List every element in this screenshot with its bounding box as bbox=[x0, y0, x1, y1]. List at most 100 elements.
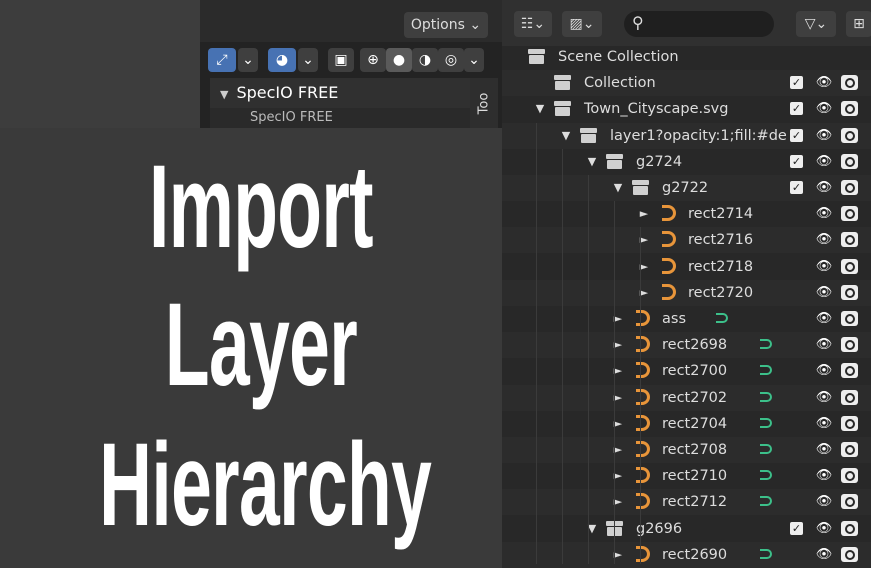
eye-icon[interactable]: 👁 bbox=[815, 311, 833, 327]
camera-icon[interactable] bbox=[841, 153, 858, 169]
eye-icon[interactable]: 👁 bbox=[815, 547, 833, 563]
outliner-row-label[interactable]: rect2716 bbox=[688, 227, 753, 253]
expand-arrow-down-icon[interactable]: ▼ bbox=[586, 149, 598, 175]
options-button[interactable]: Options ⌄ bbox=[404, 12, 488, 38]
camera-icon[interactable] bbox=[841, 180, 858, 195]
display-mode-dropdown[interactable]: ☷⌄ bbox=[514, 11, 552, 37]
outliner-row-label[interactable]: ass bbox=[662, 306, 686, 332]
outliner-row[interactable]: ▼ layer1?opacity:1;fill:#de ✓ 👁 bbox=[502, 122, 871, 149]
outliner-row-label[interactable]: Town_Cityscape.svg bbox=[584, 96, 728, 122]
eye-icon[interactable]: 👁 bbox=[815, 442, 833, 458]
outliner-row[interactable]: ► rect2698 👁 bbox=[502, 332, 871, 359]
tool-tab[interactable]: Too bbox=[470, 78, 498, 130]
outliner-row-label[interactable]: g2724 bbox=[636, 149, 682, 175]
eye-icon[interactable]: 👁 bbox=[815, 128, 833, 144]
eye-icon[interactable]: 👁 bbox=[815, 390, 833, 406]
camera-icon[interactable] bbox=[841, 284, 858, 300]
outliner-row[interactable]: ► rect2716 👁 bbox=[502, 227, 871, 254]
camera-icon[interactable] bbox=[841, 206, 858, 222]
camera-icon[interactable] bbox=[841, 442, 858, 457]
outliner-row[interactable]: ▼ g2724 ✓ 👁 bbox=[502, 149, 871, 175]
modifier-icon[interactable] bbox=[760, 339, 772, 350]
eye-icon[interactable]: 👁 bbox=[815, 416, 833, 432]
solid-shading-button[interactable]: ● bbox=[386, 48, 412, 72]
expand-arrow-down-icon[interactable]: ▼ bbox=[534, 96, 546, 122]
exclude-checkbox[interactable]: ✓ bbox=[790, 154, 803, 168]
expand-arrow-down-icon[interactable]: ▼ bbox=[612, 175, 624, 201]
wireframe-shading-button[interactable]: ⊕ bbox=[360, 48, 386, 72]
outliner-row-label[interactable]: rect2718 bbox=[688, 254, 753, 280]
material-shading-button[interactable]: ◑ bbox=[412, 48, 438, 72]
rendered-shading-button[interactable]: ◎ bbox=[438, 48, 464, 72]
eye-icon[interactable]: 👁 bbox=[815, 521, 833, 537]
modifier-icon[interactable] bbox=[716, 313, 728, 323]
eye-icon[interactable]: 👁 bbox=[815, 206, 833, 222]
overlay-button[interactable]: ◕ bbox=[268, 48, 296, 72]
outliner-row-label[interactable]: rect2720 bbox=[688, 280, 753, 306]
new-collection-button[interactable]: ⊞ bbox=[846, 11, 871, 37]
eye-icon[interactable]: 👁 bbox=[815, 337, 833, 353]
camera-icon[interactable] bbox=[841, 127, 858, 143]
outliner-row-label[interactable]: g2722 bbox=[662, 175, 708, 201]
eye-icon[interactable]: 👁 bbox=[815, 232, 833, 248]
gizmo-dropdown[interactable]: ⌄ bbox=[238, 48, 258, 72]
camera-icon[interactable] bbox=[841, 389, 858, 405]
outliner-row-label[interactable]: rect2712 bbox=[662, 489, 727, 515]
eye-icon[interactable]: 👁 bbox=[815, 468, 833, 484]
outliner-row[interactable]: ► rect2702 👁 bbox=[502, 384, 871, 411]
modifier-icon[interactable] bbox=[760, 391, 772, 402]
filter-dropdown[interactable]: ▽⌄ bbox=[796, 11, 836, 37]
camera-icon[interactable] bbox=[841, 337, 858, 353]
xray-button[interactable]: ▣ bbox=[328, 48, 354, 72]
outliner-row-label[interactable]: rect2710 bbox=[662, 463, 727, 489]
outliner-row[interactable]: Scene Collection bbox=[502, 44, 871, 70]
camera-icon[interactable] bbox=[841, 232, 858, 248]
outliner-row-label[interactable]: rect2714 bbox=[688, 201, 753, 227]
outliner-row[interactable]: ► rect2700 👁 bbox=[502, 358, 871, 384]
outliner-row-label[interactable]: rect2698 bbox=[662, 332, 727, 358]
exclude-checkbox[interactable]: ✓ bbox=[790, 102, 803, 116]
expand-arrow-right-icon[interactable]: ► bbox=[638, 201, 650, 227]
eye-icon[interactable]: 👁 bbox=[815, 75, 833, 91]
eye-icon[interactable]: 👁 bbox=[815, 180, 833, 196]
eye-icon[interactable]: 👁 bbox=[815, 101, 833, 117]
filter-scene-dropdown[interactable]: ▨⌄ bbox=[562, 11, 602, 37]
search-input[interactable]: ⚲ bbox=[624, 11, 774, 37]
eye-icon[interactable]: 👁 bbox=[815, 363, 833, 379]
modifier-icon[interactable] bbox=[760, 417, 772, 428]
outliner-row[interactable]: ► rect2708 👁 bbox=[502, 437, 871, 463]
specio-panel-header[interactable]: ▼ SpecIO FREE bbox=[210, 78, 470, 108]
modifier-icon[interactable] bbox=[760, 365, 772, 376]
transform-gizmo-button[interactable]: ⤢ bbox=[208, 48, 236, 72]
camera-icon[interactable] bbox=[841, 258, 858, 274]
outliner-row[interactable]: ► rect2720 👁 bbox=[502, 279, 871, 306]
shading-dropdown[interactable]: ⌄ bbox=[464, 48, 484, 72]
exclude-checkbox[interactable]: ✓ bbox=[790, 76, 803, 90]
eye-icon[interactable]: 👁 bbox=[815, 154, 833, 170]
outliner-row[interactable]: ▼ g2696 ✓ 👁 bbox=[502, 516, 871, 542]
outliner-row[interactable]: ► rect2714 👁 bbox=[502, 201, 871, 227]
modifier-icon[interactable] bbox=[760, 496, 772, 507]
outliner-row[interactable]: ► rect2710 👁 bbox=[502, 463, 871, 489]
camera-icon[interactable] bbox=[841, 311, 858, 326]
outliner-row-label[interactable]: layer1?opacity:1;fill:#de bbox=[610, 123, 787, 149]
exclude-checkbox[interactable]: ✓ bbox=[790, 181, 803, 194]
outliner-row[interactable]: ► ass 👁 bbox=[502, 306, 871, 332]
outliner-row[interactable]: ► rect2704 👁 bbox=[502, 411, 871, 437]
outliner-row-label[interactable]: rect2702 bbox=[662, 385, 727, 411]
overlay-dropdown[interactable]: ⌄ bbox=[298, 48, 318, 72]
outliner-row-label[interactable]: g2696 bbox=[636, 516, 682, 542]
camera-icon[interactable] bbox=[841, 363, 858, 379]
expand-arrow-down-icon[interactable]: ▼ bbox=[560, 123, 572, 149]
camera-icon[interactable] bbox=[841, 415, 858, 431]
outliner-row-label[interactable]: rect2700 bbox=[662, 358, 727, 384]
outliner-row-label[interactable]: rect2708 bbox=[662, 437, 727, 463]
exclude-checkbox[interactable]: ✓ bbox=[790, 128, 803, 142]
camera-icon[interactable] bbox=[841, 75, 858, 91]
outliner-row-label[interactable]: Scene Collection bbox=[558, 44, 679, 70]
eye-icon[interactable]: 👁 bbox=[815, 494, 833, 510]
outliner-row[interactable]: ▼ Town_Cityscape.svg ✓ 👁 bbox=[502, 96, 871, 122]
camera-icon[interactable] bbox=[841, 546, 858, 562]
eye-icon[interactable]: 👁 bbox=[815, 259, 833, 275]
outliner-row-label[interactable]: rect2704 bbox=[662, 411, 727, 437]
